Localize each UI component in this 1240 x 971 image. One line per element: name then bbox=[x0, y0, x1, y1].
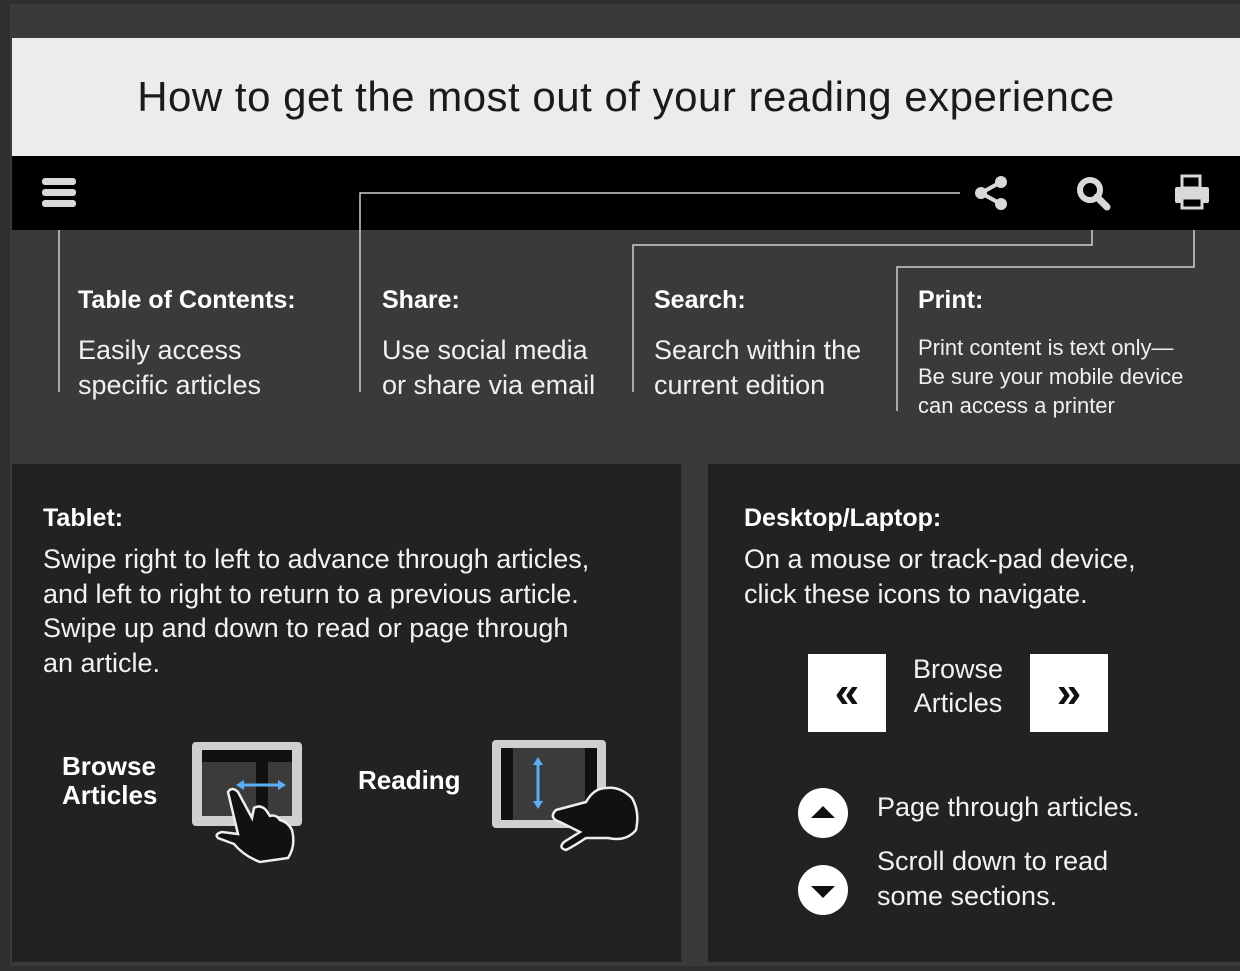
feature-text: Print content is text only— Be sure your… bbox=[918, 335, 1184, 418]
feature-heading: Share: bbox=[382, 286, 460, 314]
share-icon[interactable] bbox=[968, 170, 1014, 216]
feature-print: Print: Print content is text only— Be su… bbox=[918, 286, 1228, 420]
page-title: How to get the most out of your reading … bbox=[12, 38, 1240, 156]
reader-toolbar bbox=[12, 156, 1240, 230]
browse-articles-label: Browse Articles bbox=[62, 751, 158, 810]
feature-search: Search: Search within the current editio… bbox=[654, 286, 894, 403]
feature-heading: Print: bbox=[918, 286, 984, 314]
page-through-text: Page through articles. bbox=[877, 792, 1140, 822]
print-icon[interactable] bbox=[1169, 170, 1215, 216]
scroll-down-button[interactable] bbox=[798, 865, 848, 915]
feature-share: Share: Use social media or share via ema… bbox=[382, 286, 622, 403]
swipe-horizontal-icon bbox=[192, 742, 302, 864]
feature-heading: Search: bbox=[654, 286, 746, 314]
scroll-down-text: Scroll down to read some sections. bbox=[877, 846, 1109, 911]
double-chevron-right-icon: » bbox=[1056, 668, 1082, 717]
browse-articles-text: Browse Articles bbox=[912, 654, 1004, 718]
search-icon[interactable] bbox=[1070, 170, 1116, 216]
tablet-panel: Tablet: Swipe right to left to advance t… bbox=[12, 464, 681, 962]
tablet-heading: Tablet: bbox=[43, 504, 124, 532]
feature-text: Search within the current edition bbox=[654, 335, 862, 400]
page-up-button[interactable] bbox=[798, 788, 848, 838]
next-article-button[interactable]: » bbox=[1030, 654, 1108, 732]
triangle-down-icon bbox=[811, 885, 835, 898]
desktop-heading: Desktop/Laptop: bbox=[744, 504, 942, 532]
desktop-panel: Desktop/Laptop: On a mouse or track-pad … bbox=[708, 464, 1240, 962]
feature-table-of-contents: Table of Contents: Easily access specifi… bbox=[78, 286, 348, 403]
double-chevron-left-icon: « bbox=[834, 668, 860, 717]
desktop-instructions: On a mouse or track-pad device, click th… bbox=[744, 544, 1136, 609]
previous-article-button[interactable]: « bbox=[808, 654, 886, 732]
feature-heading: Table of Contents: bbox=[78, 286, 296, 314]
feature-text: Use social media or share via email bbox=[382, 335, 596, 400]
reading-label: Reading bbox=[358, 765, 461, 795]
swipe-vertical-icon bbox=[492, 740, 639, 852]
feature-text: Easily access specific articles bbox=[78, 335, 262, 400]
tablet-instructions: Swipe right to left to advance through a… bbox=[43, 544, 590, 678]
triangle-up-icon bbox=[811, 805, 835, 818]
hamburger-menu-icon[interactable] bbox=[36, 170, 82, 216]
